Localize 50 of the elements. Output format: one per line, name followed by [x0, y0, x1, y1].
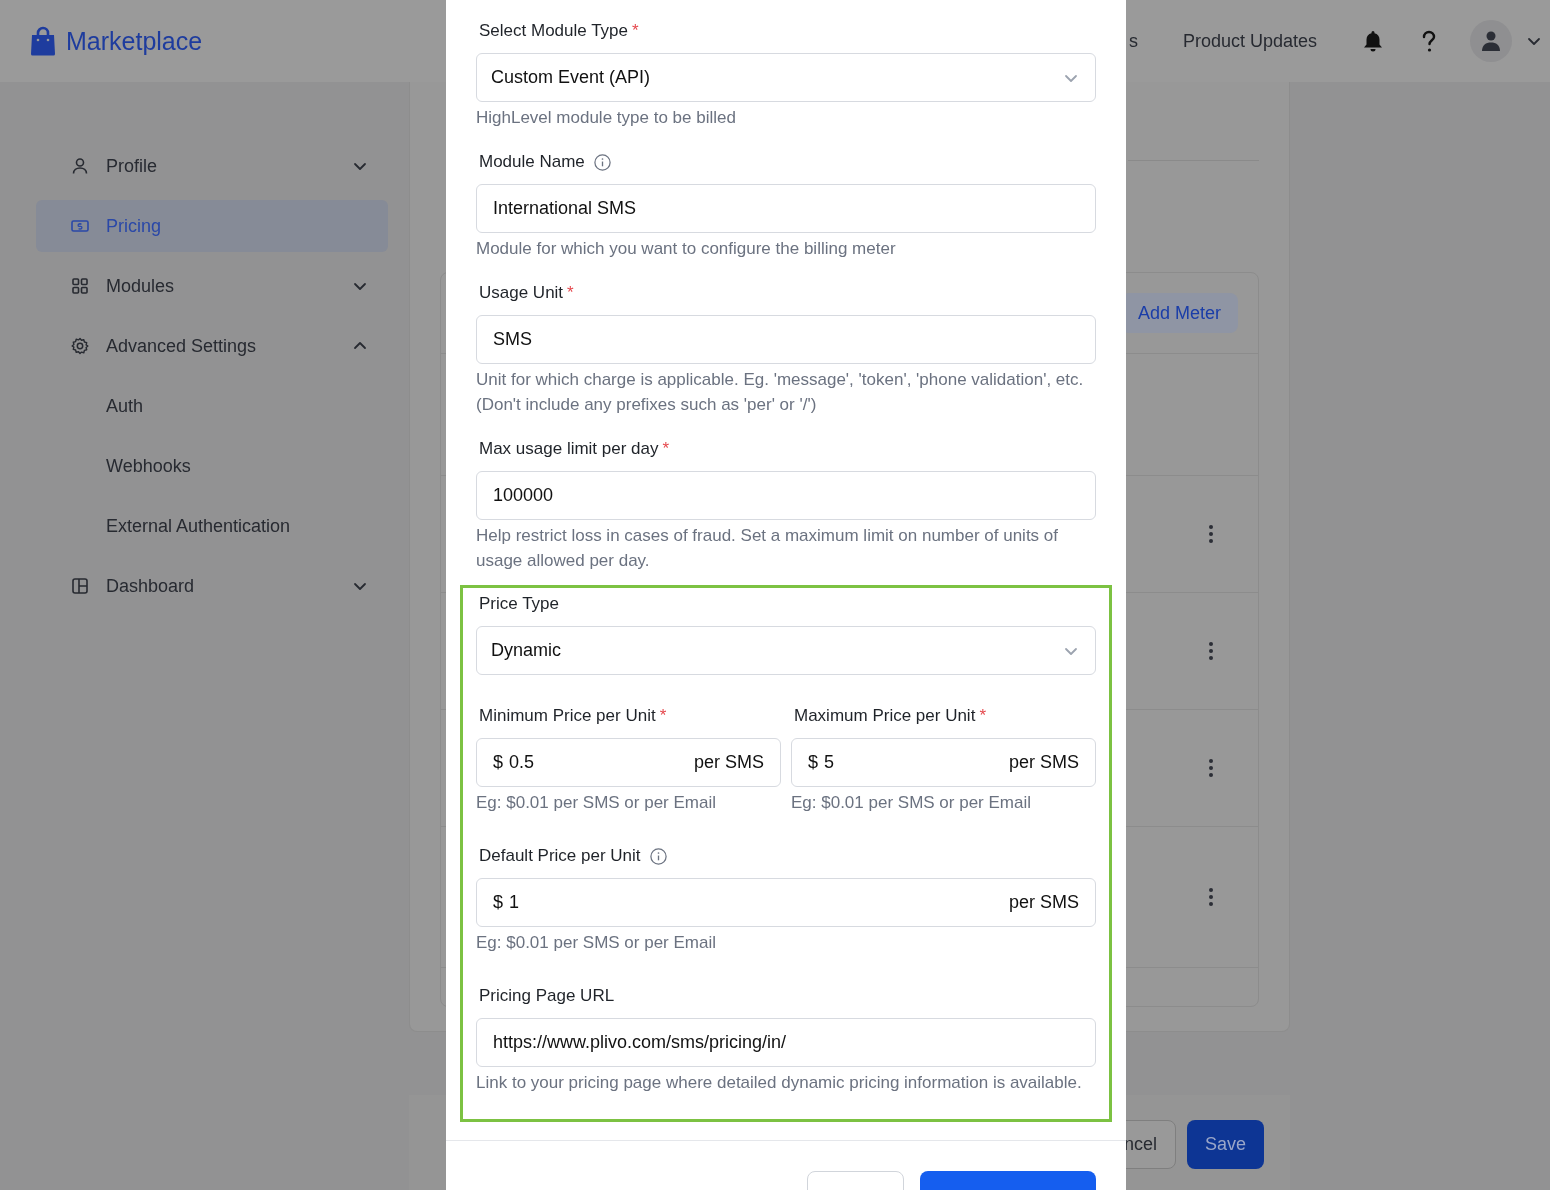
more-options-icon[interactable]: [1208, 758, 1214, 778]
info-icon: [648, 846, 668, 866]
price-field[interactable]: $ 1 per SMS: [476, 878, 1096, 927]
sidebar-subitem[interactable]: Webhooks: [36, 440, 388, 492]
help-text: Link to your pricing page where detailed dynamic pricing information is available.: [476, 1072, 1083, 1094]
field-label: Module Name: [479, 152, 585, 172]
help-text: Unit for which charge is applicable. Eg. 'message', 'token', 'phone validation', etc. (Don't include any prefixes such as 'per' or '/'): [476, 369, 1085, 416]
layout-icon: [70, 576, 90, 596]
text-field[interactable]: International SMS: [476, 184, 1096, 233]
bell-icon[interactable]: [1362, 29, 1384, 53]
field-label: Default Price per Unit: [479, 846, 641, 866]
field-label: Maximum Price per Unit *: [794, 706, 986, 726]
nav-link[interactable]: s: [1128, 30, 1138, 52]
help-text: Eg: $0.01 per SMS or per Email: [791, 792, 1032, 814]
sidebar-item[interactable]: Modules: [36, 260, 388, 312]
sidebar-subitem[interactable]: External Authentication: [36, 500, 388, 552]
help-text: Eg: $0.01 per SMS or per Email: [476, 932, 717, 954]
field-label: Max usage limit per day *: [479, 439, 670, 459]
field-label: Pricing Page URL: [479, 986, 615, 1006]
shopping-bag-icon: [30, 26, 56, 56]
text-field[interactable]: 100000: [476, 471, 1096, 520]
person-icon: [70, 156, 90, 176]
help-text: HighLevel module type to be billed: [476, 107, 737, 129]
more-options-icon[interactable]: [1208, 887, 1214, 907]
help-text: Module for which you want to configure the billing meter: [476, 238, 897, 260]
price-field[interactable]: $ 0.5 per SMS: [476, 738, 781, 787]
help-text: Help restrict loss in cases of fraud. Set a maximum limit on number of units of usage allowed per day.: [476, 525, 1059, 572]
field-label: Select Module Type *: [479, 21, 639, 41]
text-field[interactable]: SMS: [476, 315, 1096, 364]
select-field[interactable]: Dynamic: [476, 626, 1096, 675]
avatar[interactable]: [1470, 20, 1512, 62]
info-icon: [592, 152, 612, 172]
more-options-icon[interactable]: [1208, 641, 1214, 661]
sidebar-item[interactable]: Dashboard: [36, 560, 388, 612]
nav-link[interactable]: Product Updates: [1182, 30, 1317, 52]
field-label: Minimum Price per Unit *: [479, 706, 667, 726]
text-field[interactable]: https://www.plivo.com/sms/pricing/in/: [476, 1018, 1096, 1067]
field-label: Usage Unit *: [479, 283, 574, 303]
sidebar-item[interactable]: Advanced Settings: [36, 320, 388, 372]
save-button[interactable]: Save: [1186, 1120, 1264, 1169]
help-text: Eg: $0.01 per SMS or per Email: [476, 792, 717, 814]
grid-icon: [70, 276, 90, 296]
price-field[interactable]: $ 5 per SMS: [791, 738, 1096, 787]
sidebar-subitem[interactable]: Auth: [36, 380, 388, 432]
more-options-icon[interactable]: [1208, 524, 1214, 544]
select-field[interactable]: Custom Event (API): [476, 53, 1096, 102]
field-label: Price Type: [479, 594, 559, 614]
gear-icon: [70, 336, 90, 356]
sidebar-item[interactable]: Profile: [36, 140, 388, 192]
brand-name[interactable]: Marketplace: [66, 26, 203, 56]
